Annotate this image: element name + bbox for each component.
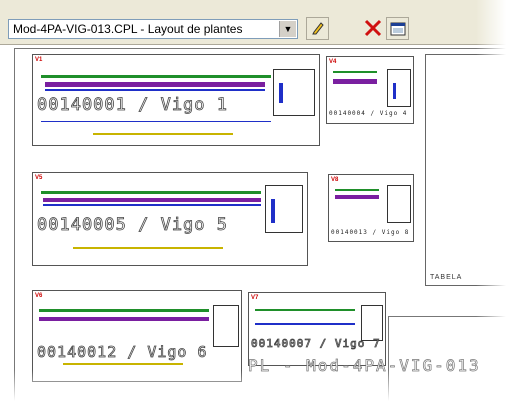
chevron-down-icon[interactable]: ▼ <box>279 21 296 37</box>
section-bar <box>279 83 283 103</box>
beam-top-line <box>41 191 261 194</box>
view-button[interactable] <box>386 17 409 40</box>
viewport-tag: V1 <box>35 57 43 63</box>
viewport-v4[interactable]: V4 00140004 / Vigo 4 <box>326 56 414 124</box>
viewport-title: 00140012 / Vigo 6 <box>37 343 208 362</box>
section-detail <box>213 305 239 347</box>
viewport-v7[interactable]: V7 00140007 / Vigo 7 <box>248 292 386 366</box>
dimension-line <box>43 204 261 206</box>
viewport-v8[interactable]: V8 00140013 / Vigo 8 <box>328 174 414 242</box>
table-panel[interactable]: TABELA <box>425 54 506 286</box>
beam-section <box>335 195 379 199</box>
rebar-line <box>73 247 223 249</box>
window-view-icon <box>390 22 405 36</box>
viewport-title: 00140013 / Vigo 8 <box>331 229 410 236</box>
viewport-tag: V5 <box>35 175 43 181</box>
dimension-line <box>41 121 271 122</box>
viewport-v5[interactable]: V5 00140005 / Vigo 5 <box>32 172 308 266</box>
layout-window: Mod-4PA-VIG-013.CPL - Layout de plantes … <box>0 0 506 401</box>
beam-top-line <box>255 309 355 311</box>
rebar-line <box>93 133 233 135</box>
beam-top-line <box>39 309 209 312</box>
section-bar <box>393 83 396 99</box>
dimension-line <box>255 323 355 325</box>
viewport-tag: V8 <box>331 177 339 183</box>
beam-section <box>333 79 377 84</box>
edit-button[interactable] <box>306 17 329 40</box>
beam-top-line <box>41 75 271 78</box>
beam-section <box>39 317 209 321</box>
viewport-tag: V6 <box>35 293 43 299</box>
viewport-tag: V4 <box>329 59 337 65</box>
section-bar <box>271 199 275 223</box>
pencil-icon <box>311 22 324 35</box>
beam-top-line <box>335 189 379 191</box>
toolbar: Mod-4PA-VIG-013.CPL - Layout de plantes … <box>0 0 506 45</box>
viewport-title: 00140001 / Vigo 1 <box>37 95 228 116</box>
viewport-title: 00140004 / Vigo 4 <box>329 110 408 117</box>
beam-section <box>43 198 261 202</box>
title-block-border <box>388 316 506 317</box>
table-label: TABELA <box>430 274 463 281</box>
layout-dropdown[interactable]: Mod-4PA-VIG-013.CPL - Layout de plantes … <box>8 19 298 39</box>
dimension-line <box>45 89 265 91</box>
section-detail <box>361 305 383 341</box>
section-detail <box>387 185 411 223</box>
beam-top-line <box>333 71 377 73</box>
viewport-tag: V7 <box>251 295 259 301</box>
beam-section <box>45 82 265 87</box>
viewport-v1[interactable]: V1 00140001 / Vigo 1 <box>32 54 320 146</box>
section-detail <box>387 69 411 107</box>
red-x-icon <box>364 19 381 37</box>
rebar-line <box>63 363 183 365</box>
layout-dropdown-value: Mod-4PA-VIG-013.CPL - Layout de plantes <box>13 22 243 36</box>
delete-button[interactable] <box>361 17 384 40</box>
viewport-title: 00140005 / Vigo 5 <box>37 215 228 236</box>
viewport-v6[interactable]: V6 00140012 / Vigo 6 <box>32 290 242 382</box>
sheet-title: PL - Mod-4PA-VIG-013 <box>248 356 481 376</box>
viewport-title: 00140007 / Vigo 7 <box>251 337 381 351</box>
